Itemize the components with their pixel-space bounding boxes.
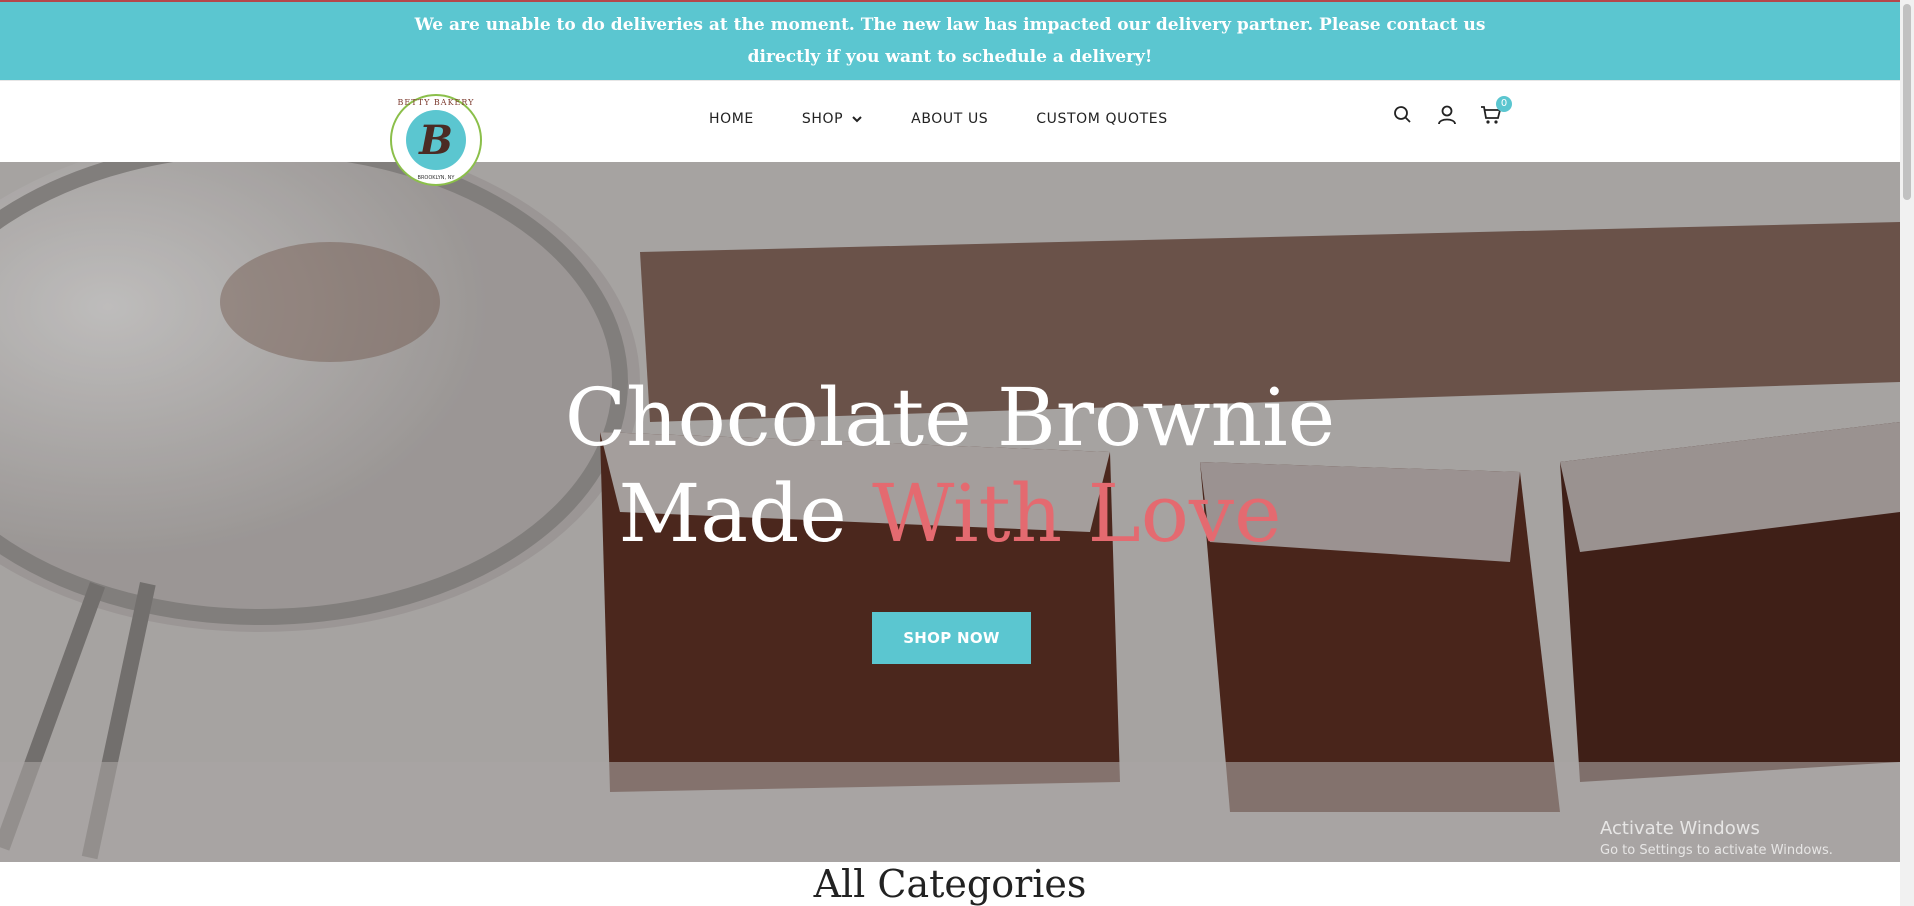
nav-item-shop[interactable]: SHOP xyxy=(802,111,863,127)
all-categories-heading: All Categories xyxy=(813,862,1087,906)
hero-heading-made: Made xyxy=(618,467,847,560)
announcement-bar: We are unable to do deliveries at the mo… xyxy=(0,2,1900,80)
user-icon xyxy=(1438,105,1456,125)
nav-item-about-us[interactable]: ABOUT US xyxy=(911,111,988,127)
windows-activation-watermark: Activate Windows Go to Settings to activ… xyxy=(1600,818,1833,858)
scrollbar-thumb[interactable] xyxy=(1903,4,1911,200)
logo-badge: B xyxy=(406,110,466,170)
nav-label: SHOP xyxy=(801,111,844,127)
nav-label: CUSTOM QUOTES xyxy=(1036,111,1168,127)
logo-brand-text: BETTY BAKERY xyxy=(397,98,475,107)
hero-heading-line2: Made With Love xyxy=(0,466,1900,562)
logo-location: BROOKLYN, NY xyxy=(417,175,455,181)
cart-button[interactable]: 0 xyxy=(1480,96,1512,126)
cart-count-badge: 0 xyxy=(1496,96,1512,112)
search-button[interactable] xyxy=(1392,104,1414,126)
watermark-title: Activate Windows xyxy=(1600,818,1760,839)
logo-letter: B xyxy=(419,116,453,164)
page-scrollbar[interactable] xyxy=(1900,0,1914,906)
hero-heading-line1: Chocolate Brownie xyxy=(564,371,1336,464)
account-button[interactable] xyxy=(1436,104,1458,126)
nav-item-custom-quotes[interactable]: CUSTOM QUOTES xyxy=(1036,111,1167,127)
chevron-down-icon xyxy=(852,116,862,123)
logo[interactable]: BETTY BAKERY B BROOKLYN, NY xyxy=(390,94,482,186)
nav-label: ABOUT US xyxy=(911,111,989,127)
watermark-subtitle: Go to Settings to activate Windows. xyxy=(1600,843,1833,858)
shop-now-button[interactable]: SHOP NOW xyxy=(872,612,1031,664)
nav-label: HOME xyxy=(709,111,754,127)
nav-item-home[interactable]: HOME xyxy=(709,111,754,127)
search-icon xyxy=(1394,106,1411,123)
header-icons: 0 xyxy=(1392,96,1524,126)
hero-banner: Chocolate Brownie Made With Love SHOP NO… xyxy=(0,162,1900,862)
main-nav: HOME SHOP ABOUT US CUSTOM QUOTES xyxy=(709,111,1216,127)
announcement-text: We are unable to do deliveries at the mo… xyxy=(414,15,1486,67)
hero-heading-accent: With Love xyxy=(872,467,1282,560)
